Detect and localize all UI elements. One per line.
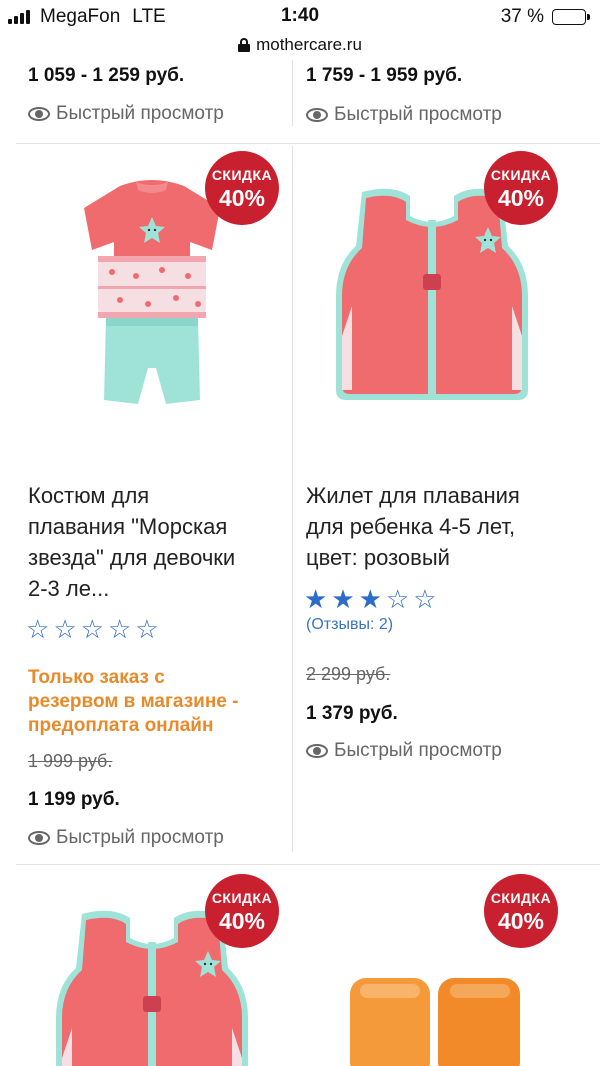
battery-info: 37 %: [500, 6, 590, 28]
eye-icon: [306, 108, 328, 122]
star-empty-icon: ☆: [107, 614, 132, 644]
quick-view-link[interactable]: Быстрый просмотр: [306, 104, 502, 126]
status-bar: MegaFon LTE 1:40 37 %: [0, 0, 600, 34]
reviews-link[interactable]: (Отзывы: 2): [306, 616, 393, 634]
order-note: Только заказ с резервом в магазине - пре…: [28, 667, 239, 736]
battery-icon: [552, 9, 590, 25]
battery-percent: 37 %: [500, 6, 544, 27]
lock-icon: [238, 38, 251, 52]
star-empty-icon: ☆: [26, 614, 50, 644]
column-divider: [292, 60, 293, 126]
eye-icon: [28, 107, 50, 121]
row-divider: [16, 864, 600, 865]
old-price: 2 299 руб.: [306, 664, 391, 684]
product-title[interactable]: Жилет для плавания для ребенка 4-5 лет, …: [306, 480, 596, 573]
url-domain[interactable]: mothercare.ru: [256, 35, 362, 55]
eye-icon: [28, 831, 50, 845]
star-empty-icon: ☆: [53, 614, 77, 644]
quick-view-label: Быстрый просмотр: [334, 740, 502, 761]
armbands-image[interactable]: [346, 974, 526, 1066]
star-empty-icon: ☆: [385, 584, 410, 614]
star-filled-icon: ★: [331, 584, 355, 614]
discount-badge: СКИДКА 40%: [205, 874, 279, 948]
column-divider: [292, 146, 293, 852]
url-bar[interactable]: mothercare.ru: [0, 32, 600, 58]
price-range: 1 759 - 1 959 руб.: [306, 65, 463, 86]
sale-price: 1 199 руб.: [28, 789, 120, 810]
discount-badge: СКИДКА 40%: [484, 151, 558, 225]
rating-stars: ☆ ☆ ☆ ☆ ☆: [26, 616, 159, 642]
price-range: 1 059 - 1 259 руб.: [28, 65, 185, 86]
swimsuit-starfish-image[interactable]: [80, 168, 225, 413]
quick-view-link[interactable]: Быстрый просмотр: [306, 740, 502, 762]
star-empty-icon: ☆: [413, 584, 437, 614]
star-empty-icon: ☆: [135, 614, 159, 644]
quick-view-label: Быстрый просмотр: [56, 827, 224, 848]
rating-stars: ★ ★ ★ ☆ ☆: [304, 586, 437, 612]
product-title[interactable]: Костюм для плавания "Морская звезда" для…: [28, 480, 290, 604]
star-filled-icon: ★: [358, 584, 382, 614]
quick-view-link[interactable]: Быстрый просмотр: [28, 827, 224, 849]
discount-badge: СКИДКА 40%: [484, 874, 558, 948]
old-price: 1 999 руб.: [28, 751, 113, 771]
quick-view-label: Быстрый просмотр: [56, 103, 224, 124]
eye-icon: [306, 744, 328, 758]
quick-view-label: Быстрый просмотр: [334, 104, 502, 125]
star-empty-icon: ☆: [80, 614, 104, 644]
star-filled-icon: ★: [304, 584, 328, 614]
discount-badge: СКИДКА 40%: [205, 151, 279, 225]
sale-price: 1 379 руб.: [306, 703, 398, 724]
quick-view-link[interactable]: Быстрый просмотр: [28, 103, 224, 125]
row-divider: [16, 143, 600, 144]
